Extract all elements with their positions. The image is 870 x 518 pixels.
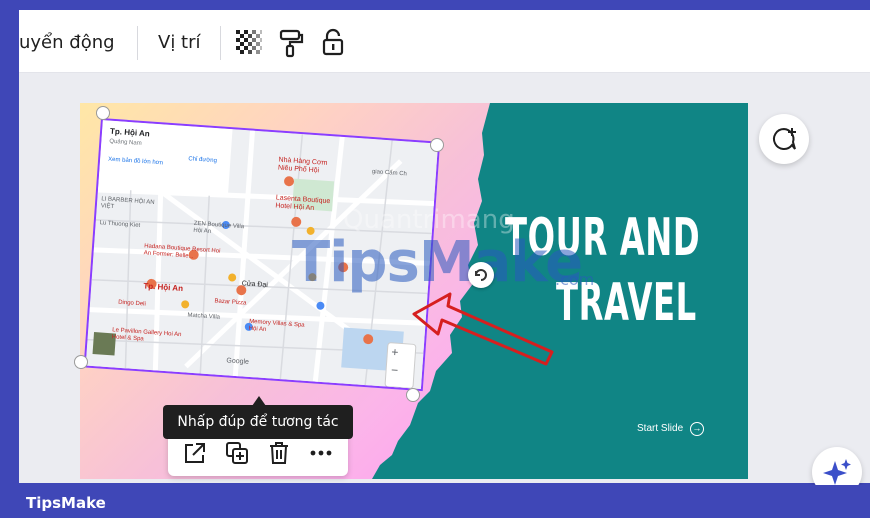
open-external-icon [185,443,205,463]
double-click-tooltip: Nhấp đúp để tương tác [163,405,353,439]
rotate-handle[interactable] [468,262,494,288]
footer-bar [0,485,870,518]
watermark-suffix: .com [555,270,595,289]
add-comment-button[interactable] [759,114,809,164]
watermark-main: TipsMake [292,230,583,295]
red-arrow-annotation [412,292,554,366]
screen: uyển động Vị trí TOUR AND TRAVEL Start S… [0,0,870,518]
toolbar-divider [137,26,138,60]
map-zoom-in-button[interactable]: + [391,345,399,359]
toolbar-divider [220,26,221,60]
lock-icon[interactable] [318,28,348,58]
trash-icon [270,442,288,464]
resize-handle-top-right[interactable] [430,138,444,152]
more-options-button[interactable] [308,440,334,466]
left-border [0,0,19,518]
rotate-icon [475,269,487,281]
paint-roller-icon[interactable] [276,28,306,58]
arrow-circle-icon: → [689,422,704,436]
position-button[interactable]: Vị trí [158,32,201,53]
start-slide-link[interactable]: Start Slide → [637,422,704,436]
transparency-icon[interactable] [234,28,264,58]
footer-brand: TipsMake [26,494,106,512]
more-icon [310,450,332,456]
duplicate-button[interactable] [224,440,250,466]
resize-handle-bottom-right[interactable] [406,388,420,402]
animate-button[interactable]: uyển động [19,32,115,53]
duplicate-icon [226,442,248,464]
delete-button[interactable] [266,440,292,466]
start-slide-label: Start Slide [637,423,684,434]
resize-handle-bottom-left[interactable] [74,355,88,369]
top-border [0,0,870,10]
tooltip-caret [252,396,266,406]
comment-add-icon [773,128,796,150]
resize-handle-top-left[interactable] [96,106,110,120]
open-external-button[interactable] [182,440,208,466]
map-zoom-out-button[interactable]: − [391,363,399,377]
google-logo: Google [226,357,250,366]
editor-toolbar: uyển động Vị trí [19,10,870,73]
